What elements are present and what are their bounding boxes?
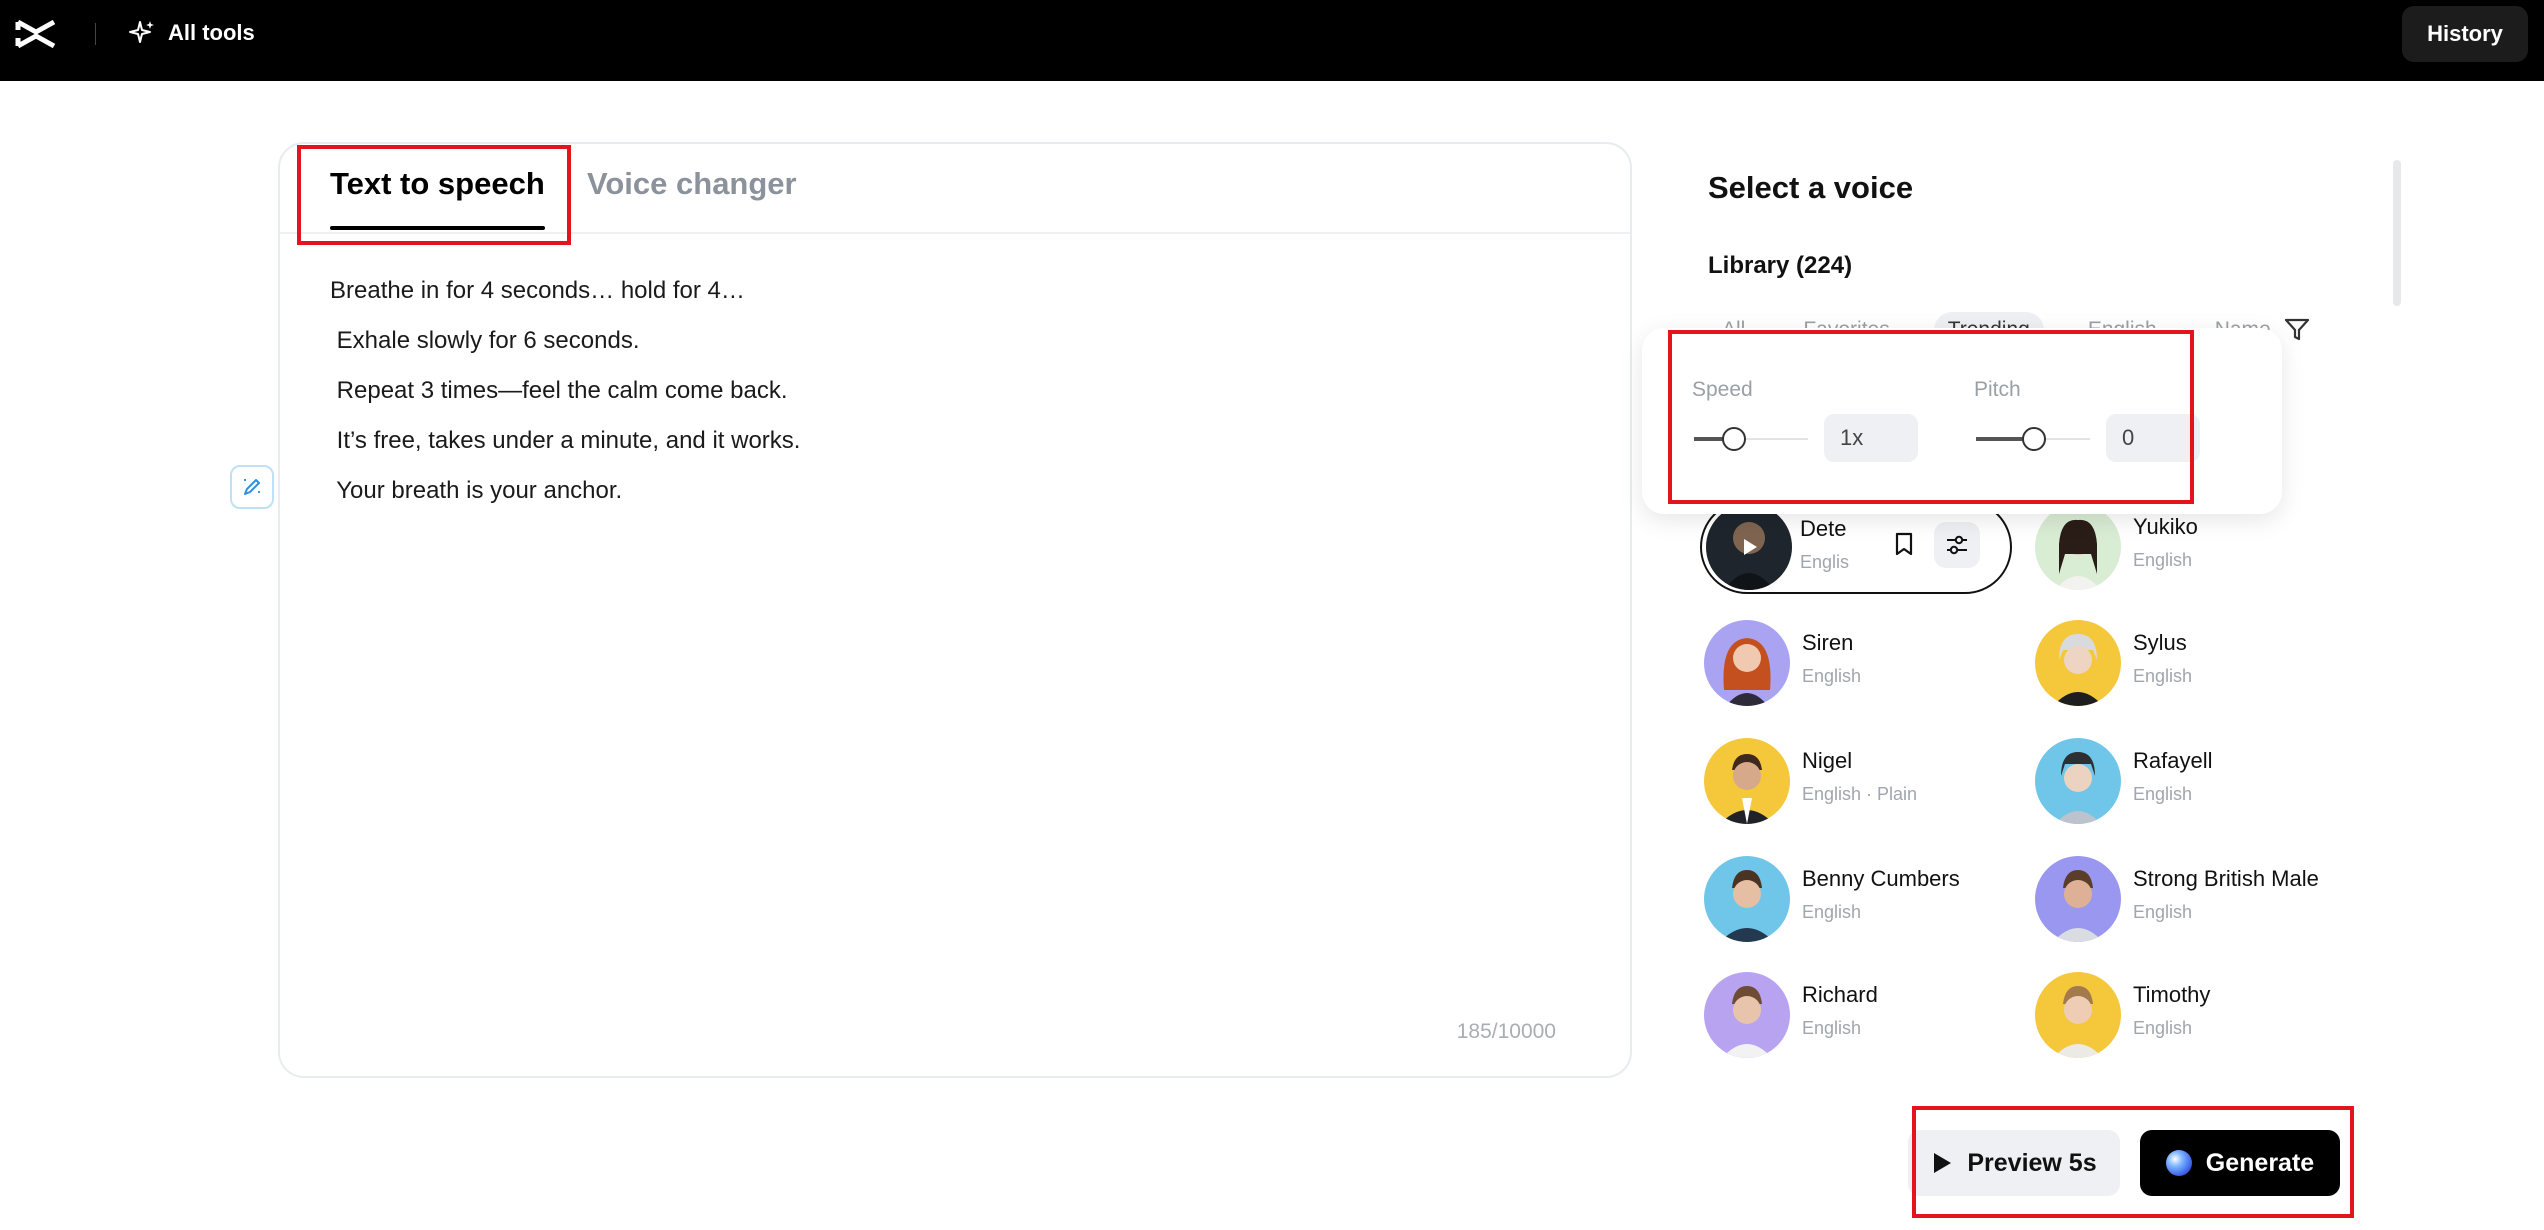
preview-button[interactable]: Preview 5s (1908, 1130, 2120, 1196)
voice-name: Siren (1802, 630, 1854, 655)
select-voice-title: Select a voice (1708, 170, 1914, 205)
speed-value-input[interactable]: 1x (1824, 414, 1918, 462)
voice-language: English (1802, 666, 1862, 686)
pitch-slider-knob[interactable] (2022, 427, 2046, 451)
voice-name: Dete (1800, 516, 1847, 541)
avatar (2035, 504, 2121, 590)
pitch-value-input[interactable]: 0 (2106, 414, 2200, 462)
voice-card-rafayell[interactable]: Rafayell English (2035, 734, 2355, 834)
voice-card-dete[interactable]: Dete Englis (1700, 500, 2012, 594)
script-text-area[interactable]: Breathe in for 4 seconds… hold for 4… Ex… (330, 266, 1570, 516)
generate-button[interactable]: Generate (2140, 1130, 2340, 1196)
history-button[interactable]: History (2402, 6, 2528, 62)
avatar (2035, 620, 2121, 706)
voice-language: English (2133, 902, 2193, 922)
voice-card-yukiko[interactable]: Yukiko English (2035, 500, 2355, 600)
capcut-logo-icon[interactable] (14, 16, 58, 52)
avatar (2035, 972, 2121, 1058)
generate-label: Generate (2205, 1148, 2315, 1177)
character-count: 185/10000 (1456, 1020, 1556, 1043)
voice-name: Richard (1802, 982, 1878, 1007)
voice-language: English (2133, 1018, 2193, 1038)
topbar-divider (95, 23, 96, 45)
voice-card-siren[interactable]: Siren English (1704, 616, 2024, 716)
voice-card-benny-cumbers[interactable]: Benny Cumbers English (1704, 852, 2024, 952)
ai-rewrite-pen-icon[interactable] (230, 465, 274, 509)
voice-name: Benny Cumbers (1802, 866, 1960, 891)
voice-language: English (2133, 784, 2193, 804)
play-icon[interactable] (1706, 504, 1792, 590)
avatar (1704, 620, 1790, 706)
voice-name: Rafayell (2133, 748, 2213, 773)
voice-card-richard[interactable]: Richard English (1704, 968, 2024, 1068)
preview-label: Preview 5s (1967, 1148, 2097, 1177)
all-tools-button[interactable]: All tools (128, 16, 255, 50)
voice-card-nigel[interactable]: Nigel English · Plain (1704, 734, 2024, 834)
voice-settings-sliders-icon[interactable] (1934, 522, 1980, 568)
avatar (1704, 856, 1790, 942)
voice-language: English (1802, 1018, 1862, 1038)
voice-card-strong-british-male[interactable]: Strong British Male English (2035, 852, 2355, 952)
avatar (2035, 738, 2121, 824)
play-icon (1934, 1153, 1952, 1173)
script-line: Repeat 3 times—feel the calm come back. (330, 377, 788, 404)
sparkle-icon (129, 21, 154, 43)
avatar (1704, 738, 1790, 824)
speed-slider-knob[interactable] (1722, 427, 1746, 451)
tab-bar: Text to speech Voice changer (280, 144, 1630, 234)
avatar (2035, 856, 2121, 942)
voice-language: English (2133, 666, 2193, 686)
speed-label: Speed (1692, 378, 1753, 401)
voice-card-timothy[interactable]: Timothy English (2035, 968, 2355, 1068)
voice-language: English (2133, 550, 2193, 570)
script-line: Breathe in for 4 seconds… hold for 4… (330, 277, 745, 304)
tab-text-to-speech[interactable]: Text to speech (330, 166, 545, 230)
script-line: Exhale slowly for 6 seconds. (330, 327, 640, 354)
scrollbar-thumb[interactable] (2393, 160, 2401, 306)
all-tools-label: All tools (168, 20, 255, 45)
voice-name: Sylus (2133, 630, 2187, 655)
voice-settings-popup: Speed 1x Pitch 0 (1642, 328, 2282, 514)
tab-voice-changer[interactable]: Voice changer (587, 166, 797, 202)
script-line: Your breath is your anchor. (330, 477, 623, 504)
bookmark-icon[interactable] (1882, 522, 1926, 566)
voice-name: Yukiko (2133, 514, 2198, 539)
filter-funnel-icon[interactable] (2282, 314, 2312, 344)
voice-name: Strong British Male (2133, 866, 2319, 891)
ai-orb-icon (2165, 1150, 2192, 1176)
voice-name: Nigel (1802, 748, 1853, 773)
editor-card: Text to speech Voice changer Breathe in … (278, 142, 1632, 1078)
voice-language: English (1802, 902, 1862, 922)
voice-language: Englis (1800, 552, 1850, 572)
avatar (1704, 972, 1790, 1058)
top-bar: All tools History (0, 0, 2544, 81)
voice-language: English · Plain (1802, 784, 1918, 804)
library-count: Library (224) (1708, 252, 1853, 279)
script-line: It’s free, takes under a minute, and it … (330, 427, 801, 454)
voice-name: Timothy (2133, 982, 2211, 1007)
voice-card-sylus[interactable]: Sylus English (2035, 616, 2355, 716)
pitch-label: Pitch (1974, 378, 2021, 401)
